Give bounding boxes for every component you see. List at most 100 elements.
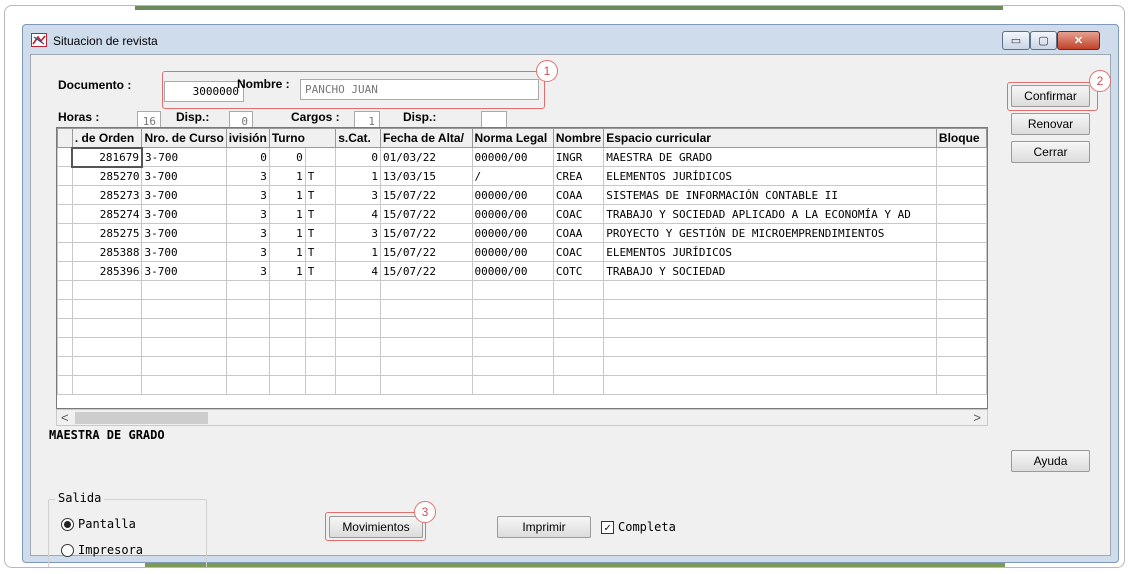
table-cell[interactable] (380, 356, 473, 376)
maximize-button[interactable]: ▢ (1030, 31, 1057, 50)
table-cell[interactable] (380, 337, 473, 357)
close-button[interactable]: ✕ (1057, 31, 1100, 50)
table-cell[interactable]: ELEMENTOS JURÍDICOS (603, 242, 937, 262)
table-cell[interactable]: 3 (225, 204, 270, 224)
table-row[interactable]: 285270 3-700 3 1 T 1 13/03/15/CREA ELEMENTOS JU… (57, 166, 987, 186)
table-cell[interactable] (225, 299, 270, 319)
table-cell[interactable]: 00000/00 (471, 147, 554, 167)
table-cell[interactable] (71, 280, 143, 300)
empty-table-row[interactable] (57, 337, 987, 357)
table-cell[interactable]: 3-700 (141, 147, 227, 167)
table-cell[interactable]: 00000/00 (471, 204, 554, 224)
table-cell[interactable] (471, 318, 554, 338)
column-header[interactable]: Fecha de Alta/ (380, 128, 473, 148)
table-cell[interactable] (552, 375, 605, 395)
table-cell[interactable] (935, 242, 987, 262)
completa-checkbox[interactable]: ✓ Completa (601, 520, 676, 534)
table-cell[interactable] (57, 318, 73, 338)
table-cell[interactable]: 3 (225, 261, 270, 281)
table-cell[interactable] (268, 375, 306, 395)
table-cell[interactable]: 3 (225, 185, 270, 205)
table-cell[interactable] (71, 375, 143, 395)
table-cell[interactable]: 00000/00 (471, 185, 554, 205)
table-cell[interactable] (380, 280, 473, 300)
table-cell[interactable]: PROYECTO Y GESTIÓN DE MICROEMPRENDIMIENT… (603, 223, 937, 243)
table-cell[interactable] (71, 337, 143, 357)
table-cell[interactable] (335, 318, 381, 338)
table-cell[interactable]: 3 (335, 185, 381, 205)
scroll-left-icon[interactable]: < (61, 410, 69, 425)
table-cell[interactable] (304, 147, 337, 167)
table-cell[interactable] (57, 356, 73, 376)
table-cell[interactable] (935, 261, 987, 281)
table-cell[interactable]: 3 (335, 223, 381, 243)
column-header[interactable]: . de Orden (71, 128, 143, 148)
table-cell[interactable]: 285388 (71, 242, 143, 262)
table-cell[interactable]: 1 (268, 223, 306, 243)
table-cell[interactable] (225, 337, 270, 357)
table-cell[interactable]: SISTEMAS DE INFORMACIÓN CONTABLE II (603, 185, 937, 205)
table-cell[interactable] (141, 337, 227, 357)
table-cell[interactable]: 285396 (71, 261, 143, 281)
column-header[interactable]: ivisión (225, 128, 270, 148)
table-cell[interactable]: 15/07/22 (380, 261, 473, 281)
scroll-right-icon[interactable]: > (973, 410, 981, 425)
table-cell[interactable]: CREA (552, 166, 605, 186)
radio-pantalla[interactable]: Pantalla (61, 517, 136, 531)
table-cell[interactable]: T (304, 242, 337, 262)
table-row[interactable]: 285388 3-700 3 1 T 1 15/07/22 00000/00 COAC ELEME… (57, 242, 987, 262)
table-cell[interactable]: 15/07/22 (380, 223, 473, 243)
table-cell[interactable]: TRABAJO Y SOCIEDAD APLICADO A LA ECONOMÍ… (603, 204, 937, 224)
table-cell[interactable] (141, 375, 227, 395)
empty-table-row[interactable] (57, 356, 987, 376)
revista-grid[interactable]: . de Orden Nro. de Curso ivisión Turno s… (56, 127, 988, 409)
table-cell[interactable]: 3-700 (141, 223, 227, 243)
table-cell[interactable]: 00000/00 (471, 242, 554, 262)
table-cell[interactable] (71, 299, 143, 319)
table-cell[interactable] (603, 318, 937, 338)
column-header[interactable]: s.Cat. (335, 128, 381, 148)
column-header[interactable]: Nombre (552, 128, 605, 148)
horizontal-scrollbar[interactable]: < > (56, 409, 988, 426)
table-row[interactable]: 285275 3-700 3 1 T 3 15/07/22 00000/00 COAA PROYE… (57, 223, 987, 243)
table-cell[interactable]: 285270 (71, 166, 143, 186)
column-header[interactable]: Turno (268, 128, 337, 148)
table-cell[interactable] (304, 280, 337, 300)
row-selector[interactable] (57, 223, 73, 243)
table-cell[interactable] (935, 223, 987, 243)
table-cell[interactable] (225, 356, 270, 376)
table-cell[interactable] (935, 356, 987, 376)
table-cell[interactable]: T (304, 166, 337, 186)
table-cell[interactable]: 3-700 (141, 242, 227, 262)
table-cell[interactable] (552, 299, 605, 319)
table-cell[interactable] (552, 280, 605, 300)
imprimir-button[interactable]: Imprimir (497, 516, 591, 538)
table-cell[interactable]: / (471, 166, 554, 186)
table-cell[interactable]: INGR (552, 147, 605, 167)
table-cell[interactable] (268, 356, 306, 376)
table-cell[interactable]: 15/07/22 (380, 204, 473, 224)
table-cell[interactable]: 15/07/22 (380, 185, 473, 205)
table-cell[interactable] (304, 356, 337, 376)
table-cell[interactable] (935, 299, 987, 319)
table-cell[interactable]: 3-700 (141, 166, 227, 186)
empty-table-row[interactable] (57, 280, 987, 300)
table-cell[interactable] (603, 375, 937, 395)
empty-table-row[interactable] (57, 375, 987, 395)
table-cell[interactable]: 3 (225, 223, 270, 243)
table-cell[interactable]: 4 (335, 204, 381, 224)
table-cell[interactable] (141, 318, 227, 338)
checkbox-checked-icon[interactable]: ✓ (601, 520, 614, 534)
table-cell[interactable] (335, 299, 381, 319)
table-cell[interactable] (935, 337, 987, 357)
table-cell[interactable]: 3-700 (141, 261, 227, 281)
table-cell[interactable]: 1 (268, 261, 306, 281)
column-header[interactable]: Bloque (935, 128, 987, 148)
table-cell[interactable]: T (304, 261, 337, 281)
empty-table-row[interactable] (57, 318, 987, 338)
row-selector[interactable] (57, 242, 73, 262)
table-cell[interactable]: COTC (552, 261, 605, 281)
table-cell[interactable] (304, 375, 337, 395)
table-cell[interactable] (57, 337, 73, 357)
table-cell[interactable]: 1 (335, 242, 381, 262)
